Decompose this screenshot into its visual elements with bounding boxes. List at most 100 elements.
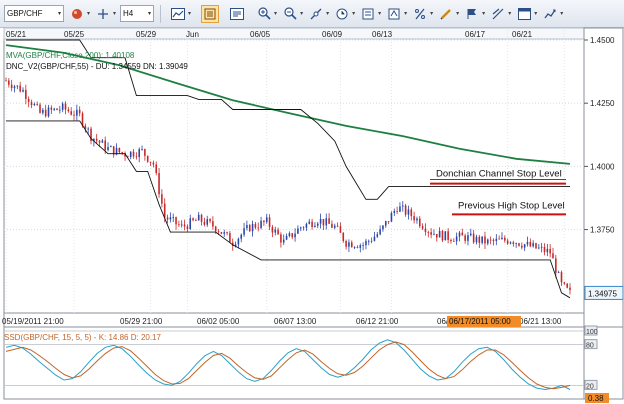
- candle-body: [470, 233, 472, 236]
- candle-body: [107, 147, 109, 151]
- price-chart[interactable]: 05/21 05/25 05/29 Jun 06/05 06/09 06/13 06/17 06…: [0, 0, 624, 404]
- candle-body: [285, 236, 288, 240]
- candle-body: [56, 108, 58, 111]
- candle-body: [569, 287, 571, 291]
- candle-body: [294, 233, 296, 238]
- candle-body: [282, 239, 285, 243]
- candle-body: [118, 147, 121, 153]
- candle-body: [424, 228, 427, 233]
- candle-body: [484, 236, 486, 244]
- candle-body: [178, 224, 180, 226]
- candle-body: [212, 221, 214, 227]
- candle-body: [348, 242, 350, 247]
- candle-body: [297, 228, 299, 234]
- candle-body: [362, 245, 364, 246]
- candle-body: [370, 240, 373, 242]
- candle-body: [316, 223, 319, 226]
- candle-body: [399, 206, 401, 212]
- candle-body: [22, 89, 24, 92]
- candle-body: [64, 103, 67, 110]
- price-tick-label: 1.4500: [590, 36, 615, 45]
- candle-body: [5, 80, 7, 82]
- candle-body: [180, 224, 183, 226]
- candle-body: [498, 238, 500, 240]
- candle-body: [104, 140, 106, 151]
- candle-body: [305, 223, 308, 228]
- candle-body: [529, 241, 532, 247]
- candle-body: [458, 232, 461, 237]
- candle-body: [353, 247, 356, 248]
- candle-body: [390, 212, 393, 222]
- candle-body: [452, 241, 455, 242]
- candle-body: [515, 243, 517, 245]
- candle-body: [555, 258, 557, 273]
- candle-body: [475, 236, 478, 243]
- candle-body: [546, 248, 549, 253]
- candle-body: [95, 138, 98, 141]
- oscillator-value-label: 0.38: [588, 394, 604, 403]
- candle-body: [30, 101, 33, 106]
- candle-body: [549, 248, 551, 254]
- top-date-label: 05/21: [6, 30, 27, 39]
- top-date-label: 06/09: [322, 30, 343, 39]
- candle-body: [540, 246, 543, 248]
- candle-body: [246, 225, 248, 229]
- candle-body: [220, 232, 223, 234]
- candle-body: [464, 235, 466, 241]
- candle-body: [444, 231, 447, 241]
- candle-body: [277, 229, 279, 235]
- candle-body: [59, 109, 61, 111]
- candle-body: [237, 238, 240, 245]
- candle-body: [418, 218, 421, 227]
- candle-body: [76, 109, 78, 116]
- candle-body: [248, 225, 251, 232]
- candle-body: [274, 229, 277, 233]
- candle-body: [342, 232, 345, 242]
- candle-body: [404, 205, 407, 215]
- candle-body: [192, 218, 194, 221]
- candle-body: [532, 243, 534, 247]
- candle-body: [172, 217, 175, 218]
- candle-body: [314, 225, 316, 228]
- candle-body: [481, 236, 483, 243]
- candle-body: [501, 237, 503, 240]
- candle-body: [33, 103, 36, 106]
- candle-body: [8, 80, 10, 85]
- candle-body: [203, 221, 206, 225]
- candle-body: [438, 230, 441, 238]
- candle-body: [447, 231, 449, 240]
- candle-body: [373, 236, 376, 241]
- price-tick-label: 1.4000: [590, 162, 615, 171]
- top-date-label: Jun: [186, 30, 199, 39]
- candle-body: [336, 225, 339, 227]
- candle-body: [42, 109, 44, 113]
- candle-body: [175, 217, 177, 225]
- candle-body: [87, 128, 89, 130]
- candle-body: [50, 107, 53, 110]
- candle-body: [512, 242, 515, 245]
- candle-body: [489, 239, 492, 241]
- candle-body: [254, 223, 257, 228]
- candle-body: [563, 282, 566, 284]
- candle-body: [44, 109, 47, 117]
- candle-body: [535, 243, 537, 249]
- candle-body: [472, 233, 475, 243]
- candle-body: [504, 237, 506, 241]
- candle-body: [430, 232, 432, 235]
- oscillator-tick-label: 100: [586, 329, 598, 336]
- candle-body: [19, 85, 21, 92]
- candle-body: [538, 247, 540, 249]
- candle-body: [393, 211, 396, 213]
- candle-body: [132, 151, 135, 157]
- candle-body: [560, 272, 563, 283]
- candle-body: [365, 240, 367, 246]
- candle-body: [195, 220, 197, 222]
- candle-body: [433, 234, 435, 235]
- candle-body: [333, 225, 336, 228]
- candle-body: [401, 205, 404, 207]
- candle-body: [410, 209, 413, 217]
- candle-body: [101, 140, 104, 143]
- oscillator-tick-label: 20: [586, 383, 594, 390]
- bottom-time-label: 06/07 13:00: [274, 317, 317, 326]
- candle-body: [53, 108, 55, 110]
